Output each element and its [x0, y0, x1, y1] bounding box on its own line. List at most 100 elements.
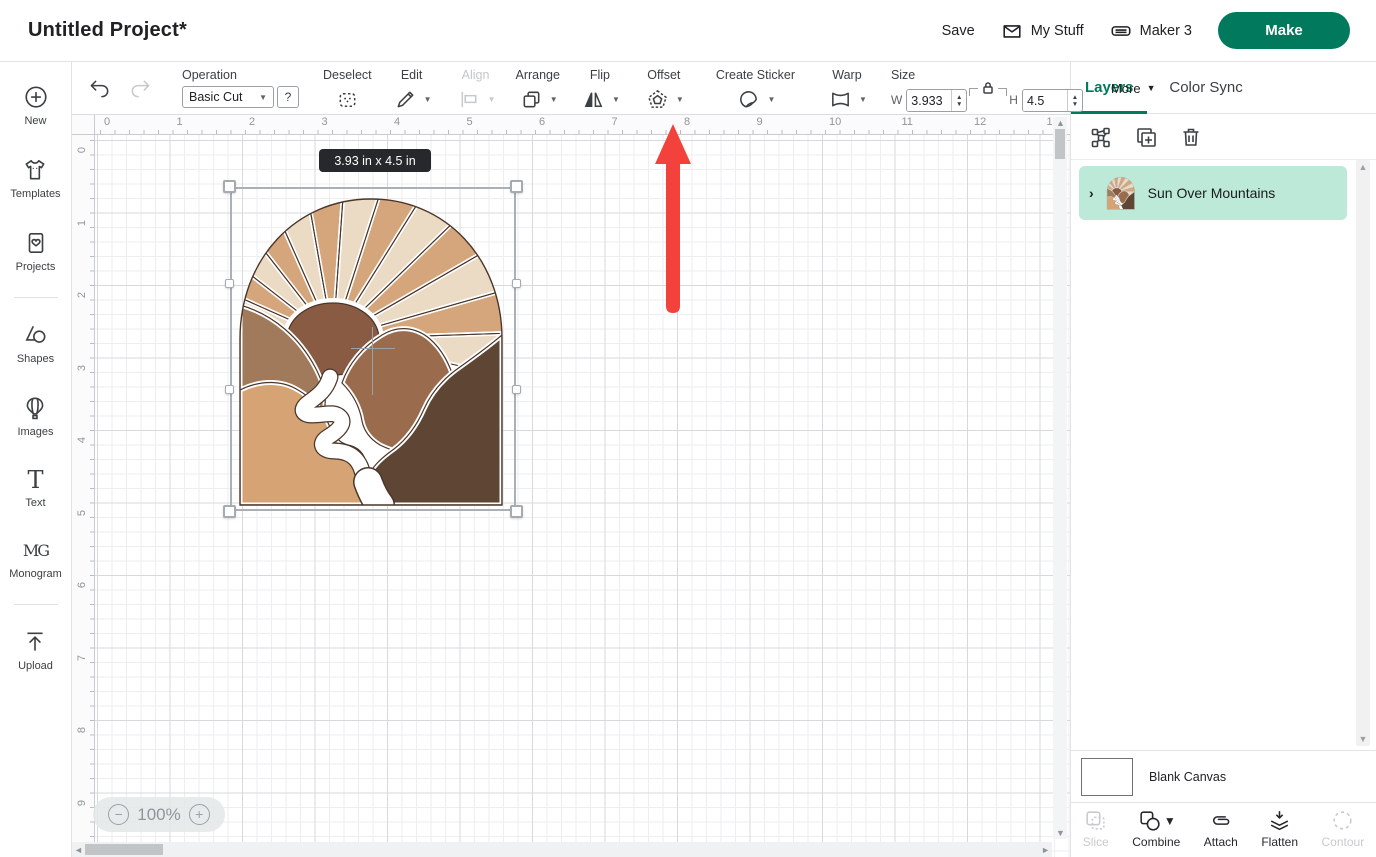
resize-handle-bottom-right[interactable] — [510, 505, 523, 518]
machine-select-button[interactable]: Maker 3 — [1110, 20, 1192, 42]
ruler-corner — [72, 115, 95, 135]
chevron-down-icon[interactable]: ▼ — [676, 95, 684, 104]
align-button[interactable] — [456, 86, 483, 113]
my-stuff-button[interactable]: My Stuff — [1001, 20, 1084, 42]
make-button[interactable]: Make — [1218, 12, 1350, 49]
arrange-icon — [520, 88, 543, 111]
sidebar-label: Text — [25, 497, 45, 509]
h-ruler-label: 7 — [612, 116, 618, 128]
my-stuff-label: My Stuff — [1031, 23, 1084, 39]
flatten-button[interactable]: Flatten — [1259, 808, 1300, 849]
scroll-left-icon[interactable]: ◄ — [74, 845, 83, 855]
plus-circle-icon — [23, 84, 49, 110]
deselect-button[interactable] — [334, 86, 361, 113]
scroll-up-icon[interactable]: ▲ — [1356, 162, 1370, 172]
canvas-color-swatch[interactable] — [1081, 758, 1133, 796]
redo-button[interactable] — [127, 75, 154, 102]
contour-button[interactable]: Contour — [1320, 808, 1367, 849]
scroll-right-icon[interactable]: ► — [1041, 845, 1050, 855]
sidebar-item-projects[interactable]: Projects — [16, 230, 56, 273]
operation-select[interactable]: Basic Cut ▼ — [182, 86, 274, 108]
chevron-down-icon[interactable]: ▼ — [612, 95, 620, 104]
more-button[interactable]: More ▼ — [1097, 62, 1170, 114]
selected-object[interactable] — [230, 187, 516, 511]
h-ruler-label: 1 — [177, 116, 183, 128]
shapes-icon — [23, 322, 49, 348]
mail-icon — [1001, 20, 1023, 42]
arrange-button[interactable] — [518, 86, 545, 113]
chevron-down-icon[interactable]: ▼ — [550, 95, 558, 104]
offset-button[interactable] — [644, 86, 671, 113]
zoom-out-button[interactable]: − — [108, 804, 129, 825]
vertical-ruler: 0123456789 — [72, 135, 95, 857]
create-sticker-button[interactable] — [735, 86, 762, 113]
resize-handle-top-left[interactable] — [223, 180, 236, 193]
red-annotation-arrow — [653, 116, 693, 328]
sidebar-label: Shapes — [17, 353, 54, 365]
height-stepper[interactable]: ▲▼ — [1067, 90, 1082, 111]
group-button[interactable] — [1087, 123, 1115, 151]
h-ruler-label: 10 — [829, 116, 841, 128]
chevron-right-icon[interactable]: › — [1089, 185, 1094, 201]
width-stepper[interactable]: ▲▼ — [951, 90, 966, 111]
flip-icon — [582, 88, 605, 111]
scroll-down-icon[interactable]: ▼ — [1356, 734, 1370, 744]
delete-button[interactable] — [1177, 123, 1205, 151]
chevron-down-icon[interactable]: ▼ — [767, 95, 775, 104]
canvas-horizontal-scrollbar[interactable]: ◄ ► — [72, 842, 1052, 857]
resize-handle-right-lower[interactable] — [512, 385, 521, 394]
flip-button[interactable] — [580, 86, 607, 113]
width-input[interactable] — [907, 90, 951, 111]
slice-button[interactable]: Slice — [1081, 808, 1111, 849]
align-label: Align — [462, 68, 490, 82]
sidebar-item-upload[interactable]: Upload — [18, 629, 53, 672]
sidebar-item-templates[interactable]: Templates — [10, 157, 60, 200]
duplicate-button[interactable] — [1132, 123, 1160, 151]
h-ruler-label: 5 — [467, 116, 473, 128]
resize-handle-bottom-left[interactable] — [223, 505, 236, 518]
operation-help-button[interactable]: ? — [277, 86, 299, 108]
v-ruler-label: 9 — [76, 796, 88, 810]
warp-button[interactable] — [827, 86, 854, 113]
sidebar-item-text[interactable]: T Text — [25, 468, 45, 509]
combine-button[interactable]: ▼ Combine — [1130, 808, 1182, 849]
sidebar-item-new[interactable]: New — [23, 84, 49, 127]
layers-panel: Layers Color Sync › Sun Over Mountains ▲ — [1070, 62, 1376, 857]
sidebar-divider — [14, 297, 58, 298]
sidebar-item-shapes[interactable]: Shapes — [17, 322, 54, 365]
design-canvas[interactable]: 012345678910111213 0123456789 3.93 in x … — [72, 115, 1070, 857]
v-ruler-label: 6 — [76, 578, 88, 592]
aspect-lock-button[interactable] — [971, 78, 1005, 112]
edit-button[interactable] — [392, 86, 419, 113]
contour-icon — [1330, 808, 1355, 833]
zoom-in-button[interactable]: + — [189, 804, 210, 825]
resize-handle-right[interactable] — [512, 279, 521, 288]
save-button[interactable]: Save — [942, 23, 975, 39]
vertical-scroll-thumb[interactable] — [1055, 129, 1065, 159]
sidebar-item-monogram[interactable]: MG Monogram — [9, 539, 62, 580]
width-field-box: ▲▼ — [906, 89, 967, 112]
undo-button[interactable] — [86, 75, 113, 102]
chevron-down-icon[interactable]: ▼ — [859, 95, 867, 104]
v-ruler-label: 1 — [76, 216, 88, 230]
chevron-down-icon[interactable]: ▼ — [424, 95, 432, 104]
project-title: Untitled Project* — [28, 19, 187, 42]
scroll-up-icon[interactable]: ▲ — [1056, 118, 1065, 128]
paperclip-icon — [1208, 808, 1233, 833]
sidebar-item-images[interactable]: Images — [17, 395, 53, 438]
attach-button[interactable]: Attach — [1202, 808, 1240, 849]
canvas-vertical-scrollbar[interactable]: ▲ ▼ — [1053, 117, 1067, 839]
resize-handle-top-right[interactable] — [510, 180, 523, 193]
resize-handle-left-lower[interactable] — [225, 385, 234, 394]
height-field-box: ▲▼ — [1022, 89, 1083, 112]
height-input[interactable] — [1023, 90, 1067, 111]
resize-handle-left[interactable] — [225, 279, 234, 288]
horizontal-scroll-thumb[interactable] — [85, 844, 163, 855]
layers-scrollbar[interactable]: ▲ ▼ — [1356, 160, 1370, 746]
layer-row-sun-over-mountains[interactable]: › Sun Over Mountains — [1079, 166, 1347, 220]
h-ruler-label: 9 — [757, 116, 763, 128]
zoom-control: − 100% + — [93, 797, 225, 832]
scroll-down-icon[interactable]: ▼ — [1056, 828, 1065, 838]
v-ruler-label: 7 — [76, 651, 88, 665]
edit-toolbar: Operation Basic Cut ▼ ? Deselect Edit — [72, 62, 1070, 115]
